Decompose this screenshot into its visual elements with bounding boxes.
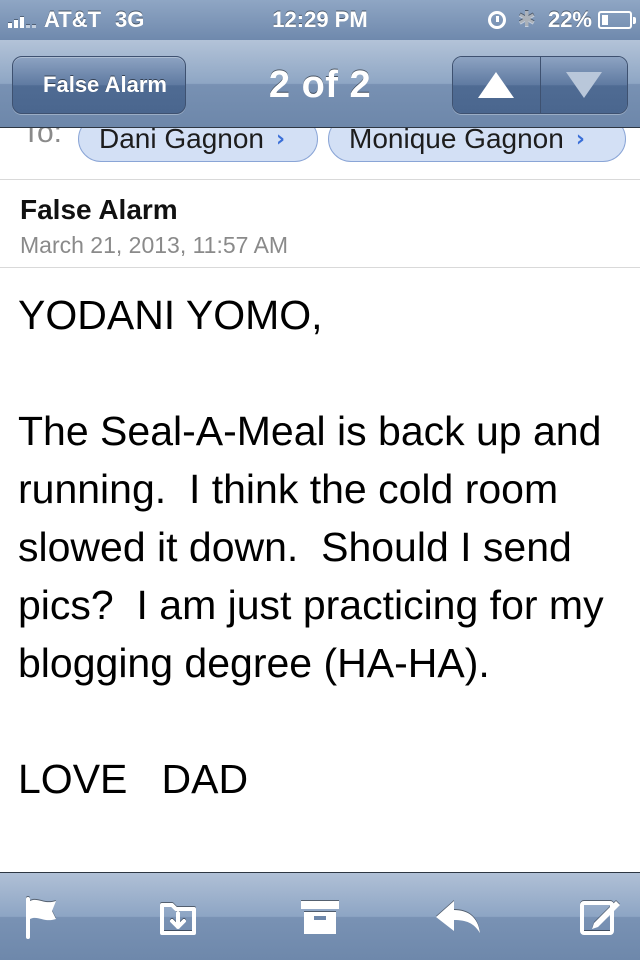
recipient-name: Monique Gagnon [349, 128, 564, 154]
flag-icon [26, 897, 56, 939]
reply-button[interactable] [430, 889, 486, 945]
battery-icon [598, 11, 636, 29]
recipients-row: To: Dani Gagnon › Monique Gagnon › [0, 128, 640, 180]
previous-message-button[interactable] [453, 57, 540, 113]
message-stepper [452, 56, 628, 114]
chevron-right-icon: › [575, 128, 585, 152]
archive-button[interactable] [292, 889, 348, 945]
orientation-lock-icon [487, 11, 506, 29]
back-button[interactable]: False Alarm [0, 56, 186, 114]
recipient-chip[interactable]: Dani Gagnon › [78, 128, 318, 162]
message-position-title: 2 of 2 [268, 64, 372, 106]
move-button[interactable] [150, 889, 206, 945]
to-label: To: [22, 128, 63, 149]
subject-block: False Alarm March 21, 2013, 11:57 AM [0, 180, 640, 268]
flag-button[interactable] [14, 889, 70, 945]
recipient-name: Dani Gagnon [99, 128, 265, 154]
back-button-label: False Alarm [43, 72, 167, 97]
compose-icon [580, 901, 620, 935]
battery-percent: 22% [547, 7, 592, 32]
triangle-up-icon [478, 72, 515, 98]
body-signoff: LOVE DAD [18, 756, 249, 802]
move-folder-icon [160, 903, 196, 935]
bottom-toolbar [0, 872, 640, 960]
message-body: YODANI YOMO, The Seal-A-Meal is back up a… [18, 286, 628, 808]
archive-icon [301, 901, 339, 934]
body-paragraph: The Seal-A-Meal is back up and running. … [18, 408, 615, 686]
chevron-right-icon: › [276, 128, 286, 152]
back-arrow-icon [0, 56, 46, 114]
bluetooth-icon: ✱ [517, 7, 536, 33]
body-greeting: YODANI YOMO, [18, 292, 323, 338]
status-bar: AT&T 3G 12:29 PM ✱ 22% [0, 0, 640, 40]
reply-icon [436, 901, 480, 933]
status-right: ✱ 22% [487, 7, 636, 33]
compose-button[interactable] [572, 889, 628, 945]
message-subject: False Alarm [20, 194, 178, 225]
triangle-down-icon [565, 72, 602, 98]
recipient-chip[interactable]: Monique Gagnon › [328, 128, 626, 162]
navigation-bar: False Alarm 2 of 2 [0, 40, 640, 128]
message-date: March 21, 2013, 11:57 AM [20, 232, 289, 258]
next-message-button[interactable] [539, 57, 627, 113]
